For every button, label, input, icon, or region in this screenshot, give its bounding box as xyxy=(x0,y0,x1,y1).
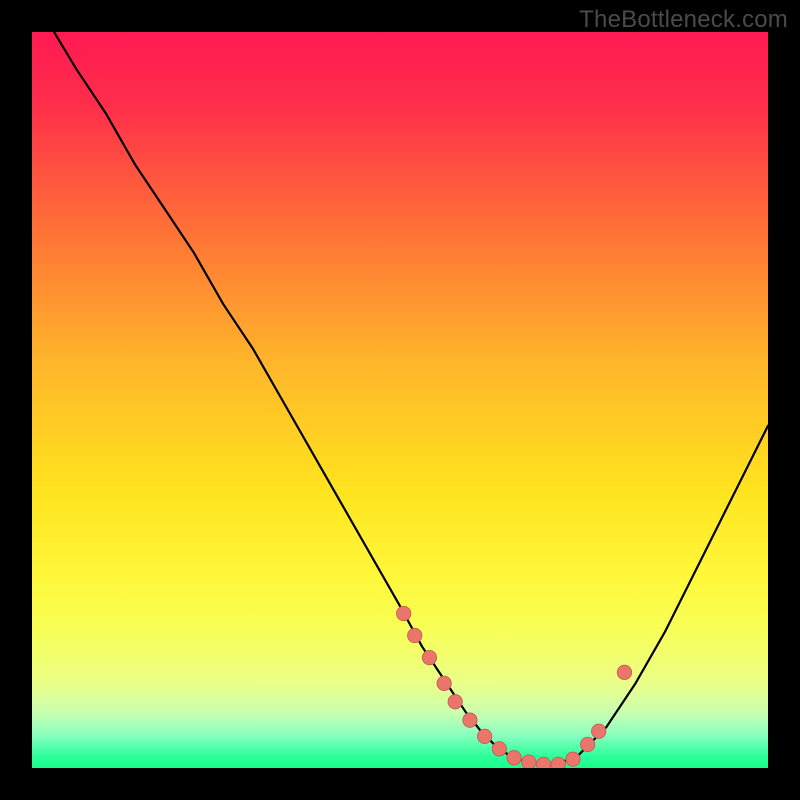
marker-point xyxy=(507,751,521,765)
marker-point xyxy=(551,757,565,768)
marker-point xyxy=(566,752,580,766)
marker-point xyxy=(536,757,550,768)
marker-point xyxy=(396,606,410,620)
chart-frame: TheBottleneck.com xyxy=(0,0,800,800)
watermark-text: TheBottleneck.com xyxy=(579,6,788,34)
marker-point xyxy=(463,713,477,727)
marker-point xyxy=(617,665,631,679)
marker-point xyxy=(522,755,536,768)
marker-point xyxy=(580,737,594,751)
marker-point xyxy=(422,650,436,664)
marker-point xyxy=(437,676,451,690)
marker-point xyxy=(408,628,422,642)
plot-area xyxy=(32,32,768,768)
gradient-background xyxy=(32,32,768,768)
marker-point xyxy=(592,724,606,738)
chart-svg xyxy=(32,32,768,768)
marker-point xyxy=(477,729,491,743)
marker-point xyxy=(492,742,506,756)
marker-point xyxy=(448,695,462,709)
